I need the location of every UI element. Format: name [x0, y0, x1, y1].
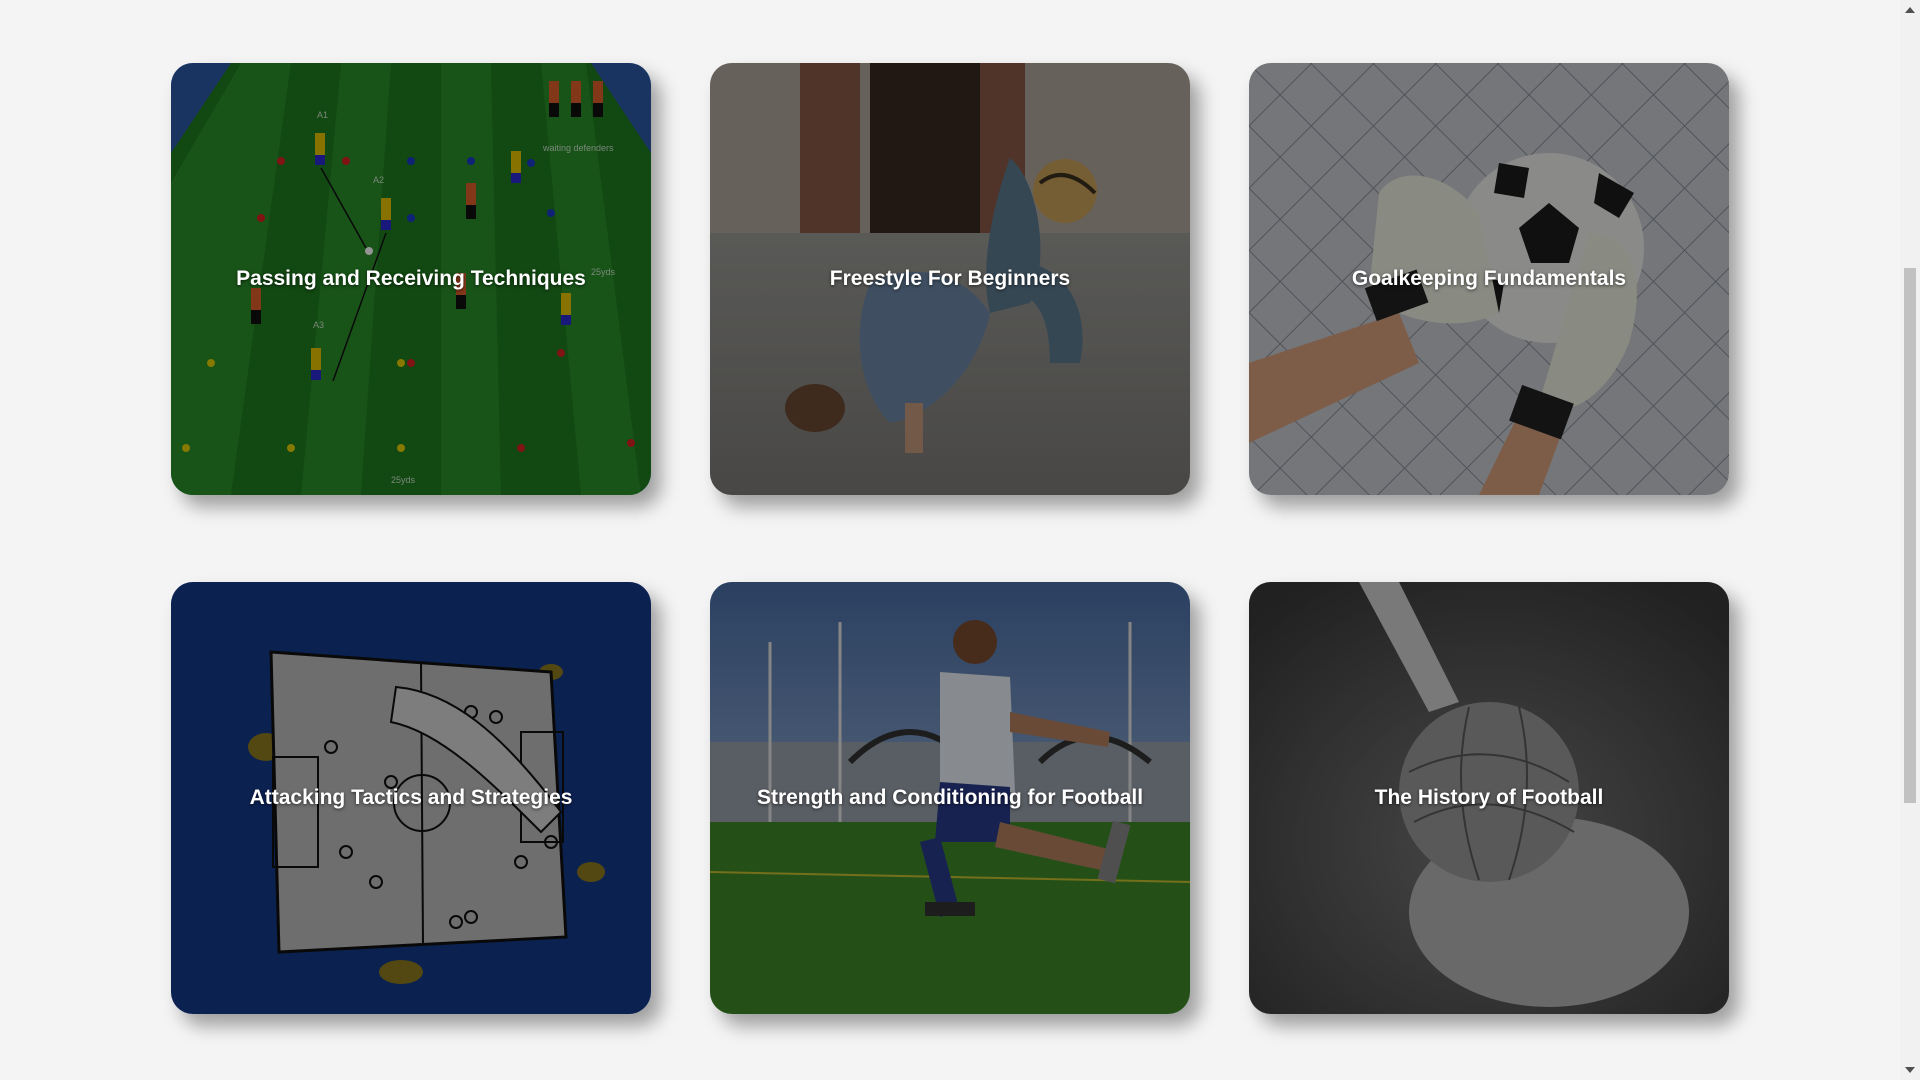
- vertical-scrollbar[interactable]: [1900, 0, 1920, 1080]
- course-grid: waiting defenders 25yds 25yds A1 A2 A3 P…: [171, 63, 1731, 1014]
- course-card-goalkeeping[interactable]: Goalkeeping Fundamentals: [1249, 63, 1729, 495]
- course-card-passing[interactable]: waiting defenders 25yds 25yds A1 A2 A3 P…: [171, 63, 651, 495]
- course-title: The History of Football: [1374, 786, 1604, 809]
- course-title: Goalkeeping Fundamentals: [1351, 267, 1627, 290]
- page: waiting defenders 25yds 25yds A1 A2 A3 P…: [0, 0, 1920, 1080]
- course-title: Passing and Receiving Techniques: [236, 267, 586, 290]
- course-title: Freestyle For Beginners: [829, 267, 1071, 290]
- course-card-freestyle[interactable]: Freestyle For Beginners: [710, 63, 1190, 495]
- course-card-history[interactable]: The History of Football: [1249, 582, 1729, 1014]
- scroll-thumb[interactable]: [1904, 268, 1916, 803]
- course-title: Attacking Tactics and Strategies: [249, 786, 573, 809]
- scroll-up-arrow-icon[interactable]: [1905, 7, 1915, 13]
- course-title: Strength and Conditioning for Football: [756, 786, 1144, 809]
- course-card-attacking-tactics[interactable]: Attacking Tactics and Strategies: [171, 582, 651, 1014]
- scroll-down-arrow-icon[interactable]: [1905, 1067, 1915, 1073]
- course-card-strength-conditioning[interactable]: Strength and Conditioning for Football: [710, 582, 1190, 1014]
